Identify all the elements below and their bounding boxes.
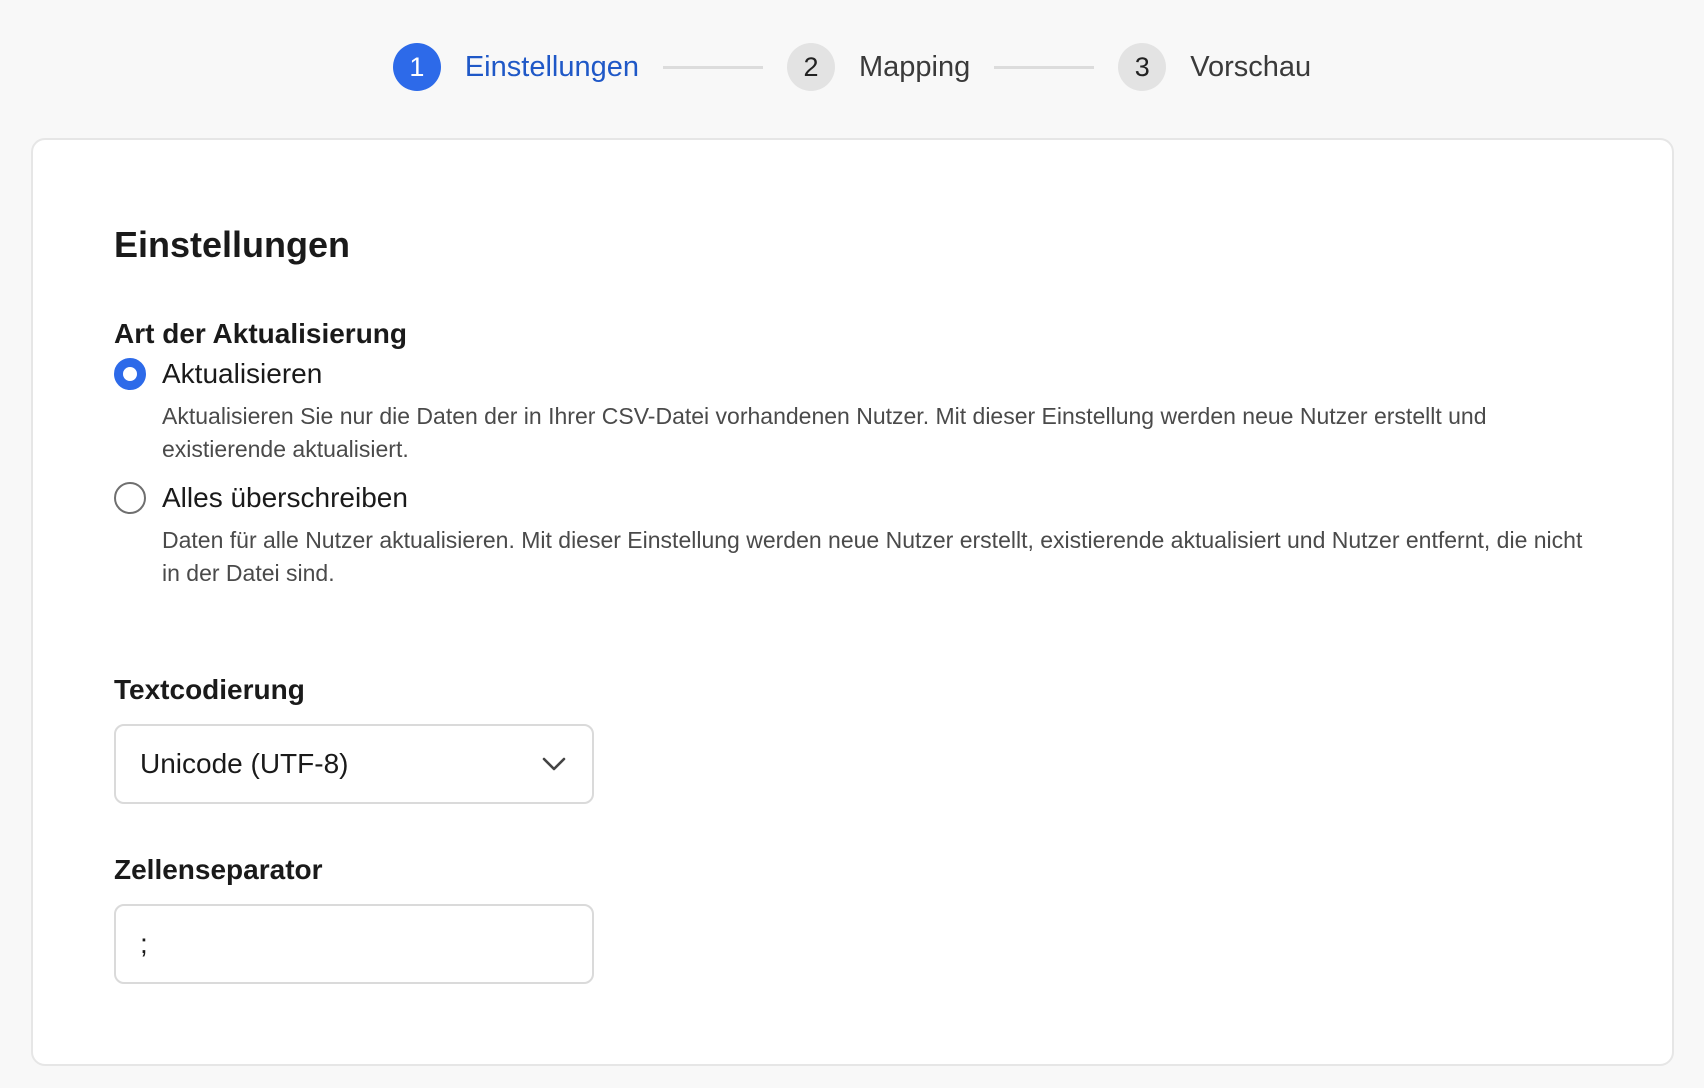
separator-input[interactable] xyxy=(114,904,594,984)
encoding-value: Unicode (UTF-8) xyxy=(140,748,349,779)
step-label: Einstellungen xyxy=(464,50,639,83)
radio-label[interactable]: Alles überschreiben xyxy=(162,482,408,514)
radio-description: Aktualisieren Sie nur die Daten der in I… xyxy=(162,403,1487,462)
step-mapping[interactable]: 2 Mapping xyxy=(786,43,971,91)
radio-description: Daten für alle Nutzer aktualisieren. Mit… xyxy=(162,527,1583,586)
step-label: Vorschau xyxy=(1190,50,1312,83)
radio-option-update[interactable]: Aktualisieren Aktualisieren Sie nur die … xyxy=(114,356,1594,466)
radio-button-overwrite[interactable] xyxy=(114,482,146,514)
step-connector xyxy=(994,65,1095,69)
step-preview[interactable]: 3 Vorschau xyxy=(1118,43,1311,91)
step-settings[interactable]: 1 Einstellungen xyxy=(392,43,639,91)
settings-card: Einstellungen Art der Aktualisierung Akt… xyxy=(31,138,1674,1066)
step-label: Mapping xyxy=(858,50,971,83)
radio-button-update[interactable] xyxy=(114,358,146,390)
radio-option-overwrite[interactable]: Alles überschreiben Daten für alle Nutze… xyxy=(114,480,1594,590)
step-connector xyxy=(662,65,763,69)
update-type-label: Art der Aktualisierung xyxy=(114,318,408,349)
encoding-label: Textcodierung xyxy=(114,674,305,705)
step-number: 3 xyxy=(1118,43,1167,91)
encoding-select[interactable]: Unicode (UTF-8) xyxy=(114,724,594,804)
chevron-down-icon xyxy=(542,757,566,771)
separator-label: Zellenseparator xyxy=(114,854,323,885)
stepper: 1 Einstellungen 2 Mapping 3 Vorschau xyxy=(0,0,1704,134)
page-title: Einstellungen xyxy=(114,224,351,265)
step-number: 2 xyxy=(786,43,835,91)
radio-label[interactable]: Aktualisieren xyxy=(162,358,322,390)
step-number: 1 xyxy=(392,43,441,91)
